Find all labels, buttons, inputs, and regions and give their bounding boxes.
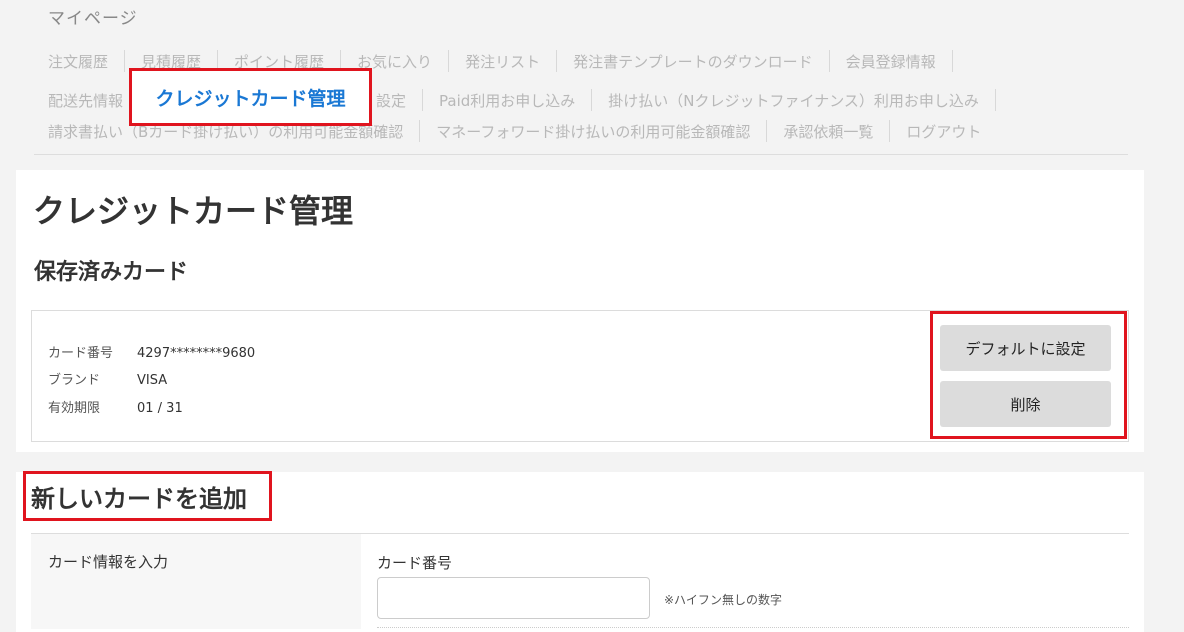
saved-cards-title: 保存済みカード [34, 260, 189, 285]
page-title: クレジットカード管理 [33, 192, 354, 230]
card-number-hint: ※ハイフン無しの数字 [664, 593, 783, 607]
form-label-cell [31, 534, 361, 629]
card-number-row: カード番号 4297********9680 [48, 342, 255, 361]
nav-settings[interactable]: 設定 [374, 90, 422, 111]
nav-divider-line [34, 154, 1128, 155]
card-number-input[interactable] [377, 577, 650, 619]
delete-card-button[interactable]: 削除 [940, 381, 1111, 427]
nav-credit-card-management-active[interactable]: クレジットカード管理 [129, 68, 372, 126]
nav-shipping-address[interactable]: 配送先情報 [34, 90, 139, 111]
nav-ncredit-application[interactable]: 掛け払い（Nクレジットファイナンス）利用お申し込み [592, 90, 995, 111]
add-card-title: 新しいカードを追加 [23, 471, 272, 521]
nav-order-history[interactable]: 注文履歴 [34, 51, 124, 72]
nav-row-2: 配送先情報 [34, 86, 139, 114]
page-label: マイページ [48, 9, 138, 29]
card-info-label: カード情報を入力 [48, 553, 169, 571]
nav-approval-list[interactable]: 承認依頼一覧 [767, 121, 889, 142]
card-number-value: 4297********9680 [137, 346, 256, 361]
set-default-button[interactable]: デフォルトに設定 [940, 325, 1111, 371]
nav-moneyforward-limit[interactable]: マネーフォワード掛け払いの利用可能金額確認 [420, 121, 766, 142]
card-brand-value: VISA [137, 373, 168, 388]
card-number-field-label: カード番号 [377, 554, 453, 572]
card-brand-row: ブランド VISA [48, 369, 167, 388]
nav-paid-application[interactable]: Paid利用お申し込み [423, 90, 591, 111]
nav-member-info[interactable]: 会員登録情報 [830, 51, 952, 72]
nav-template-download[interactable]: 発注書テンプレートのダウンロード [557, 51, 829, 72]
nav-row-2b: 設定 Paid利用お申し込み 掛け払い（Nクレジットファイナンス）利用お申し込み [374, 86, 996, 114]
card-expiry-value: 01 / 31 [137, 401, 183, 416]
nav-logout[interactable]: ログアウト [890, 121, 997, 142]
nav-divider [951, 50, 953, 72]
nav-order-list[interactable]: 発注リスト [449, 51, 556, 72]
card-expiry-row: 有効期限 01 / 31 [48, 397, 183, 416]
card-brand-label: ブランド [48, 373, 101, 388]
card-expiry-label: 有効期限 [48, 401, 101, 416]
card-number-label: カード番号 [48, 346, 114, 361]
form-row-divider [377, 627, 1129, 628]
nav-divider [994, 89, 996, 111]
